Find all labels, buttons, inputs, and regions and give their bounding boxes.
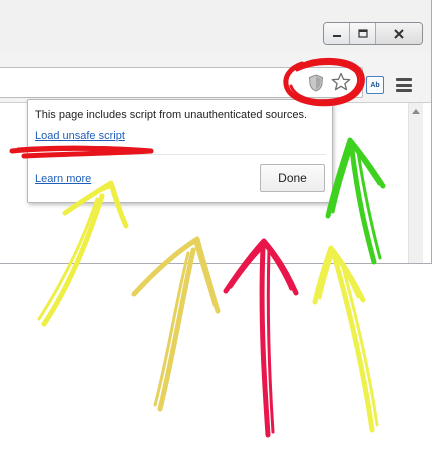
bubble-divider xyxy=(34,154,326,155)
window-controls xyxy=(323,22,423,45)
scroll-up-icon[interactable] xyxy=(412,109,420,114)
browser-window: Ab This page includes script from unauth… xyxy=(0,0,432,264)
bubble-message: This page includes script from unauthent… xyxy=(35,109,308,121)
address-bar[interactable] xyxy=(0,67,363,98)
maximize-button[interactable] xyxy=(350,23,376,44)
star-icon[interactable] xyxy=(331,72,351,92)
maximize-icon xyxy=(357,29,368,38)
khaki-arrow-annotation xyxy=(131,236,221,412)
done-button[interactable]: Done xyxy=(260,164,325,192)
vertical-scrollbar[interactable] xyxy=(408,103,423,263)
title-bar xyxy=(0,0,431,52)
load-unsafe-script-link[interactable]: Load unsafe script xyxy=(35,130,125,142)
crimson-arrow-annotation xyxy=(223,238,299,438)
close-button[interactable] xyxy=(376,23,422,44)
learn-more-link[interactable]: Learn more xyxy=(35,173,91,185)
close-icon xyxy=(394,28,404,39)
bright-yellow-arrow-annotation xyxy=(312,245,379,433)
insecure-content-bubble: This page includes script from unauthent… xyxy=(27,99,333,203)
extension-icon[interactable]: Ab xyxy=(366,76,384,94)
extension-label: Ab xyxy=(370,81,380,89)
hamburger-menu-icon[interactable] xyxy=(396,77,412,93)
shield-warning-icon[interactable] xyxy=(307,73,325,92)
minimize-button[interactable] xyxy=(324,23,350,44)
minimize-icon xyxy=(332,34,341,37)
